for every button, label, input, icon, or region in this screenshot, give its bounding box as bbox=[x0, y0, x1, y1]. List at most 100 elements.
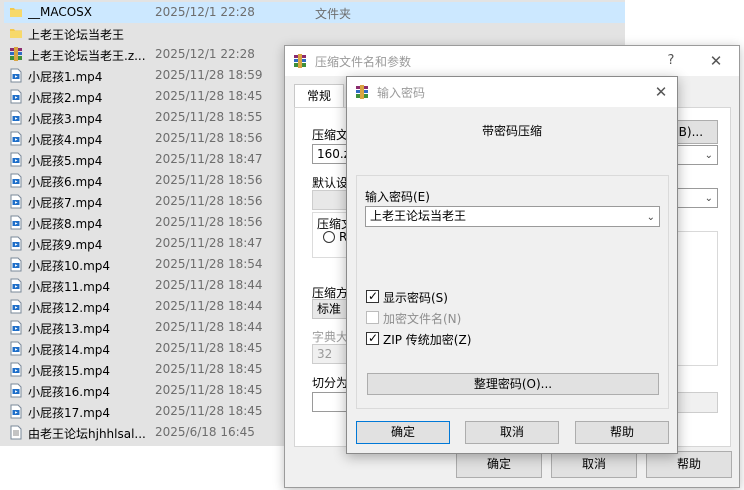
organize-passwords-button[interactable]: 整理密码(O)... bbox=[367, 373, 659, 395]
archive-dialog-titlebar[interactable]: 压缩文件名和参数 ? ✕ bbox=[285, 46, 739, 76]
password-dialog-subtitle: 带密码压缩 bbox=[481, 124, 542, 138]
folder-icon bbox=[9, 26, 23, 41]
file-date: 2025/11/28 18:44 bbox=[155, 278, 263, 292]
file-date: 2025/11/28 18:45 bbox=[155, 341, 263, 355]
file-name: 小屁孩16.mp4 bbox=[28, 385, 111, 399]
cancel-button[interactable]: 取消 bbox=[551, 451, 637, 478]
file-name: 小屁孩12.mp4 bbox=[28, 301, 111, 315]
folder-icon bbox=[9, 5, 23, 20]
file-date: 2025/12/1 22:28 bbox=[155, 47, 255, 61]
file-name: 小屁孩7.mp4 bbox=[28, 196, 103, 210]
video-file-icon bbox=[9, 320, 23, 335]
video-file-icon bbox=[9, 236, 23, 251]
file-date: 2025/12/1 22:28 bbox=[155, 5, 255, 19]
default-profile-label: 默认设 bbox=[312, 176, 349, 190]
video-file-icon bbox=[9, 173, 23, 188]
close-icon[interactable]: ✕ bbox=[649, 80, 673, 104]
file-name: 上老王论坛当老王 bbox=[28, 28, 125, 42]
check-icon: ✓ bbox=[368, 289, 379, 303]
password-label: 输入密码(E) bbox=[365, 190, 430, 204]
file-date: 2025/11/28 18:56 bbox=[155, 215, 263, 229]
file-date: 2025/11/28 18:45 bbox=[155, 404, 263, 418]
pwd-ok-button[interactable]: 确定 bbox=[356, 421, 450, 444]
video-file-icon bbox=[9, 299, 23, 314]
file-date: 2025/11/28 18:45 bbox=[155, 89, 263, 103]
file-date: 2025/11/28 18:55 bbox=[155, 110, 263, 124]
file-name: 小屁孩8.mp4 bbox=[28, 217, 103, 231]
password-dialog-title: 输入密码 bbox=[377, 86, 426, 100]
video-file-icon bbox=[9, 68, 23, 83]
video-file-icon bbox=[9, 278, 23, 293]
file-date: 2025/11/28 18:59 bbox=[155, 68, 263, 82]
password-dialog: 输入密码 ✕ 带密码压缩 输入密码(E) 上老王论坛当老王 ⌄ ✓ 显示密码(S… bbox=[346, 76, 678, 454]
encrypt-filenames-label: 加密文件名(N) bbox=[383, 312, 462, 326]
video-file-icon bbox=[9, 341, 23, 356]
file-row[interactable]: __MACOSX 2025/12/1 22:28 文件夹 bbox=[4, 2, 625, 23]
password-dialog-titlebar[interactable]: 输入密码 ✕ bbox=[347, 77, 677, 107]
help-icon[interactable]: ? bbox=[659, 49, 683, 73]
ok-button[interactable]: 确定 bbox=[456, 451, 542, 478]
dict-size-label: 字典大 bbox=[312, 330, 349, 344]
encrypt-filenames-box bbox=[366, 311, 379, 324]
zip-legacy-box: ✓ bbox=[366, 331, 379, 345]
video-file-icon bbox=[9, 89, 23, 104]
chevron-down-icon: ⌄ bbox=[704, 193, 713, 204]
file-name: 小屁孩17.mp4 bbox=[28, 406, 111, 420]
close-icon[interactable]: ✕ bbox=[704, 49, 728, 73]
file-name: 小屁孩10.mp4 bbox=[28, 259, 111, 273]
zip-legacy-label: ZIP 传统加密(Z) bbox=[383, 333, 472, 347]
video-file-icon bbox=[9, 404, 23, 419]
archive-icon bbox=[9, 47, 23, 62]
video-file-icon bbox=[9, 194, 23, 209]
file-date: 2025/11/28 18:44 bbox=[155, 299, 263, 313]
archive-name-label: 压缩文 bbox=[312, 128, 349, 142]
file-date: 2025/11/28 18:54 bbox=[155, 257, 263, 271]
file-date: 2025/11/28 18:45 bbox=[155, 383, 263, 397]
file-date: 2025/11/28 18:45 bbox=[155, 362, 263, 376]
file-name: 小屁孩4.mp4 bbox=[28, 133, 103, 147]
file-date: 2025/11/28 18:47 bbox=[155, 236, 263, 250]
archive-dialog-title: 压缩文件名和参数 bbox=[315, 55, 412, 69]
format-radio[interactable] bbox=[323, 231, 335, 243]
show-password-box: ✓ bbox=[366, 289, 379, 303]
tab-general[interactable]: 常规 bbox=[294, 84, 344, 108]
video-file-icon bbox=[9, 152, 23, 167]
file-name: 小屁孩13.mp4 bbox=[28, 322, 111, 336]
file-name: 小屁孩15.mp4 bbox=[28, 364, 111, 378]
file-date: 2025/11/28 18:56 bbox=[155, 194, 263, 208]
file-name: 小屁孩3.mp4 bbox=[28, 112, 103, 126]
pwd-cancel-button[interactable]: 取消 bbox=[465, 421, 559, 444]
video-file-icon bbox=[9, 383, 23, 398]
winrar-app-icon bbox=[293, 54, 307, 68]
file-name: 小屁孩1.mp4 bbox=[28, 70, 103, 84]
file-date: 2025/11/28 18:47 bbox=[155, 152, 263, 166]
file-date: 2025/11/28 18:44 bbox=[155, 320, 263, 334]
file-name: 小屁孩2.mp4 bbox=[28, 91, 103, 105]
file-name: 小屁孩14.mp4 bbox=[28, 343, 111, 357]
file-name: 小屁孩9.mp4 bbox=[28, 238, 103, 252]
file-date: 2025/6/18 16:45 bbox=[155, 425, 255, 439]
password-group: 输入密码(E) 上老王论坛当老王 ⌄ ✓ 显示密码(S) 加密文件名(N) ✓ … bbox=[356, 175, 669, 409]
video-file-icon bbox=[9, 110, 23, 125]
file-name: 小屁孩5.mp4 bbox=[28, 154, 103, 168]
video-file-icon bbox=[9, 131, 23, 146]
file-type: 文件夹 bbox=[315, 7, 352, 21]
password-value: 上老王论坛当老王 bbox=[370, 209, 467, 223]
video-file-icon bbox=[9, 215, 23, 230]
winrar-app-icon bbox=[355, 85, 369, 99]
file-date: 2025/11/28 18:56 bbox=[155, 173, 263, 187]
show-password-label: 显示密码(S) bbox=[383, 291, 448, 305]
video-file-icon bbox=[9, 257, 23, 272]
text-file-icon bbox=[9, 425, 23, 440]
password-input[interactable]: 上老王论坛当老王 ⌄ bbox=[365, 206, 660, 227]
chevron-down-icon: ⌄ bbox=[704, 150, 713, 161]
file-name: 小屁孩6.mp4 bbox=[28, 175, 103, 189]
check-icon: ✓ bbox=[368, 331, 379, 345]
file-name: 由老王论坛hjhhlsal... bbox=[28, 427, 146, 441]
help-button[interactable]: 帮助 bbox=[646, 451, 732, 478]
file-row[interactable]: 上老王论坛当老王 bbox=[4, 23, 625, 44]
pwd-help-button[interactable]: 帮助 bbox=[575, 421, 669, 444]
file-date: 2025/11/28 18:56 bbox=[155, 131, 263, 145]
file-name: __MACOSX bbox=[28, 5, 93, 19]
video-file-icon bbox=[9, 362, 23, 377]
